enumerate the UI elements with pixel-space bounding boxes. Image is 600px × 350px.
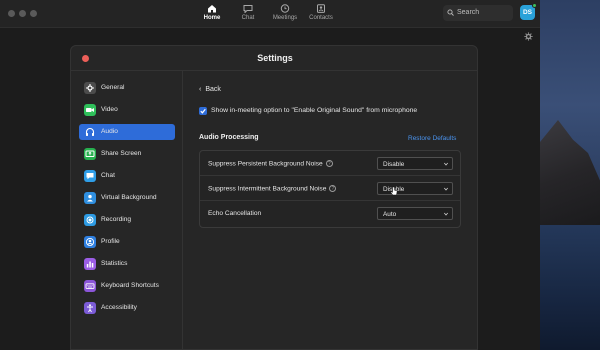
title-bar: Home Chat Meetings Contacts Search DS — [0, 0, 540, 28]
select-value: Disable — [383, 161, 405, 168]
window-zoom-button[interactable] — [30, 10, 37, 17]
sidebar-item-chat[interactable]: Chat — [79, 168, 175, 184]
gear-icon[interactable] — [524, 32, 533, 41]
chevron-down-icon — [444, 187, 448, 191]
original-sound-checkbox[interactable] — [199, 107, 207, 115]
nav-tab-label: Home — [203, 15, 221, 21]
sidebar-item-label: Keyboard Shortcuts — [101, 282, 159, 289]
nav-tab-chat[interactable]: Chat — [228, 4, 268, 21]
sidebar-item-label: Accessibility — [101, 304, 137, 311]
person-icon — [84, 192, 96, 204]
window-close-button[interactable] — [8, 10, 15, 17]
desktop-background — [540, 0, 600, 350]
setting-label: Suppress Persistent Background Noise? — [208, 160, 333, 167]
settings-title: Settings — [257, 53, 293, 63]
desktop-cliff — [540, 120, 600, 230]
audio-processing-box: Suppress Persistent Background Noise? Di… — [199, 150, 461, 228]
settings-dialog: Settings General Video Audio Share Scree… — [70, 45, 478, 350]
sidebar-item-audio[interactable]: Audio — [79, 124, 175, 140]
sidebar-item-label: General — [101, 84, 125, 91]
nav-tab-contacts[interactable]: Contacts — [301, 4, 341, 21]
sidebar-item-label: Share Screen — [101, 150, 142, 157]
echo-cancellation-row: Echo Cancellation Auto — [200, 201, 460, 226]
sidebar-item-label: Profile — [101, 238, 120, 245]
sidebar-item-recording[interactable]: Recording — [79, 212, 175, 228]
sidebar-item-label: Virtual Background — [101, 194, 157, 201]
online-status-dot — [532, 3, 537, 8]
nav-tab-home[interactable]: Home — [192, 4, 232, 21]
nav-tab-label: Meetings — [272, 15, 298, 21]
pointer-cursor-icon — [390, 186, 398, 196]
chevron-down-icon — [444, 212, 448, 216]
echo-cancellation-select[interactable]: Auto — [377, 207, 453, 220]
accessibility-icon — [84, 302, 96, 314]
sidebar-item-accessibility[interactable]: Accessibility — [79, 300, 175, 316]
contacts-icon — [317, 4, 325, 13]
nav-tab-label: Contacts — [309, 15, 333, 21]
original-sound-label: Show in-meeting option to "Enable Origin… — [211, 107, 418, 114]
share-screen-icon — [84, 148, 96, 160]
noise-persistent-row: Suppress Persistent Background Noise? Di… — [200, 151, 460, 176]
chat-icon — [84, 170, 96, 182]
sidebar-item-label: Chat — [101, 172, 115, 179]
sidebar-item-video[interactable]: Video — [79, 102, 175, 118]
setting-label-text: Suppress Persistent Background Noise — [208, 160, 323, 168]
keyboard-icon — [84, 280, 96, 292]
back-button[interactable]: ‹ Back — [199, 86, 221, 93]
select-value: Auto — [383, 211, 397, 218]
help-icon[interactable]: ? — [325, 160, 333, 167]
sidebar-item-label: Audio — [101, 128, 118, 135]
setting-label: Suppress Intermittent Background Noise? — [208, 185, 337, 193]
noise-intermittent-select[interactable]: Disable — [377, 182, 453, 195]
desktop-sea — [540, 225, 600, 350]
nav-tab-label: Chat — [241, 15, 255, 21]
sidebar-item-label: Recording — [101, 216, 132, 223]
home-icon — [208, 5, 216, 13]
sidebar-item-virtual-background[interactable]: Virtual Background — [79, 190, 175, 206]
chevron-down-icon — [444, 162, 448, 166]
headphones-icon — [84, 126, 96, 138]
setting-label: Echo Cancellation — [208, 210, 261, 217]
checkmark-icon — [200, 108, 206, 114]
gear-icon — [84, 82, 96, 94]
profile-icon — [84, 236, 96, 248]
clock-icon — [280, 4, 290, 13]
record-icon — [84, 214, 96, 226]
search-placeholder: Search — [457, 9, 480, 16]
sidebar-item-profile[interactable]: Profile — [79, 234, 175, 250]
window-minimize-button[interactable] — [19, 10, 26, 17]
sidebar-item-share-screen[interactable]: Share Screen — [79, 146, 175, 162]
search-input[interactable]: Search — [443, 5, 513, 21]
stats-icon — [84, 258, 96, 270]
sidebar-item-general[interactable]: General — [79, 80, 175, 96]
chat-icon — [243, 5, 253, 13]
avatar[interactable]: DS — [520, 3, 537, 20]
video-icon — [84, 104, 96, 116]
noise-intermittent-row: Suppress Intermittent Background Noise? … — [200, 176, 460, 201]
noise-persistent-select[interactable]: Disable — [377, 157, 453, 170]
sidebar-item-label: Statistics — [101, 260, 128, 267]
search-icon — [447, 9, 454, 16]
setting-label-text: Echo Cancellation — [208, 210, 262, 217]
chevron-left-icon: ‹ — [199, 86, 202, 93]
zoom-window: Home Chat Meetings Contacts Search DS Se… — [0, 0, 540, 350]
settings-sidebar: General Video Audio Share Screen Chat Vi… — [71, 71, 183, 349]
avatar-initials: DS — [522, 9, 533, 16]
settings-header: Settings — [71, 46, 477, 71]
back-label: Back — [205, 86, 221, 93]
sidebar-item-statistics[interactable]: Statistics — [79, 256, 175, 272]
audio-settings-panel: ‹ Back Show in-meeting option to "Enable … — [184, 71, 477, 349]
audio-processing-title: Audio Processing — [199, 134, 259, 141]
sidebar-item-label: Video — [101, 106, 118, 113]
restore-defaults-link[interactable]: Restore Defaults — [408, 135, 456, 142]
nav-tab-meetings[interactable]: Meetings — [265, 4, 305, 21]
help-icon[interactable]: ? — [329, 185, 337, 192]
setting-label-text: Suppress Intermittent Background Noise — [208, 185, 327, 193]
sidebar-item-keyboard-shortcuts[interactable]: Keyboard Shortcuts — [79, 278, 175, 294]
